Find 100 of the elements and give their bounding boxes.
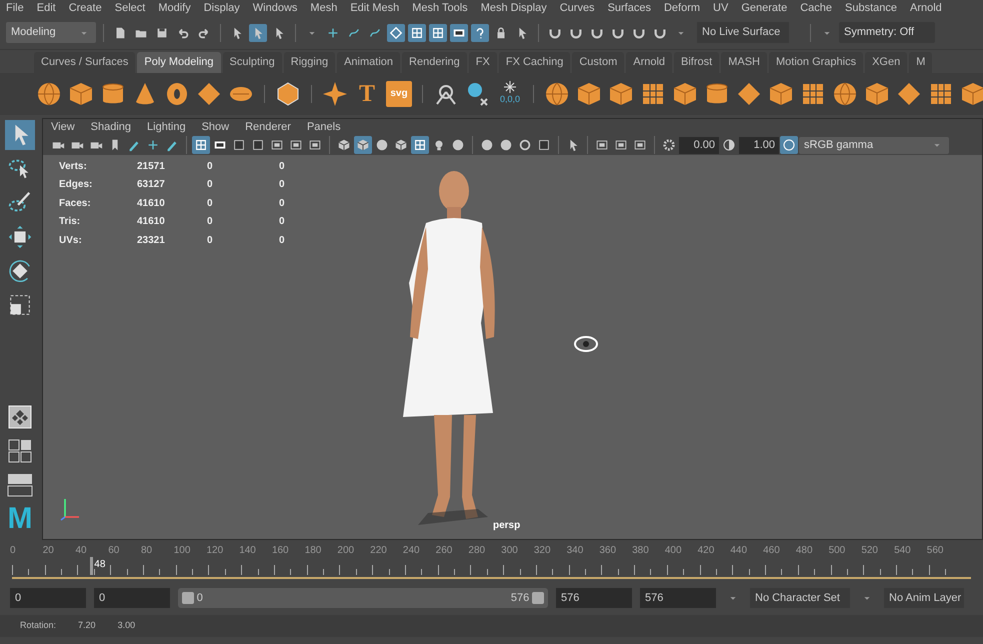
- color-space-dropdown[interactable]: sRGB gamma: [799, 137, 949, 154]
- anim-start-field[interactable]: 0: [94, 588, 170, 608]
- diamond-icon[interactable]: [196, 80, 222, 107]
- character-set-dropdown[interactable]: No Character Set: [750, 588, 850, 608]
- timeline-ruler[interactable]: 0 20 40 60 80 100 120 140 160 180 200 220 240 260 280 300 320 340 360 380 400 420 440 460 480 500 520 540 560 48: [12, 542, 971, 579]
- sphere-icon[interactable]: [832, 80, 858, 107]
- shelf-tab[interactable]: Bifrost: [674, 52, 720, 73]
- shelf-tab[interactable]: Curves / Surfaces: [34, 52, 136, 73]
- symmetry-dropdown[interactable]: Symmetry: Off: [839, 22, 935, 43]
- text-tool-icon[interactable]: T: [354, 80, 380, 107]
- panel-menu-item[interactable]: Shading: [90, 119, 132, 136]
- tick-label: 120: [206, 544, 224, 558]
- gamma-field[interactable]: 1.00: [739, 137, 779, 154]
- cube-icon[interactable]: [960, 80, 983, 107]
- shelf-tab[interactable]: M: [909, 52, 932, 73]
- end-time-field[interactable]: 576: [640, 588, 716, 608]
- shelf-tab[interactable]: XGen: [865, 52, 908, 73]
- cube-icon[interactable]: [672, 80, 698, 107]
- shelf-tab[interactable]: Rendering: [402, 52, 467, 73]
- tick-label: 480: [796, 544, 813, 558]
- cube-icon[interactable]: [68, 80, 94, 107]
- diamond-icon[interactable]: [736, 80, 762, 107]
- cube-icon[interactable]: [354, 136, 372, 154]
- start-time-field[interactable]: 0: [10, 588, 86, 608]
- menu-item[interactable]: Surfaces: [608, 0, 651, 16]
- shelf-tab[interactable]: Custom: [572, 52, 624, 73]
- grid-icon[interactable]: [192, 136, 210, 154]
- range-handle[interactable]: [532, 592, 544, 604]
- stat-value: 23321: [137, 234, 165, 246]
- menu-item[interactable]: Arnold: [910, 0, 942, 16]
- sphere-icon[interactable]: [544, 80, 570, 107]
- grid-icon[interactable]: [408, 24, 426, 42]
- cube-icon[interactable]: [768, 80, 794, 107]
- grid-icon[interactable]: [411, 136, 429, 154]
- cube-icon[interactable]: [864, 80, 890, 107]
- panel-menu-item[interactable]: Panels: [306, 119, 341, 136]
- torus-icon[interactable]: [164, 80, 190, 107]
- menu-item[interactable]: Windows: [252, 0, 298, 16]
- stat-value: 0: [279, 160, 285, 172]
- panel-menu-item[interactable]: Show: [202, 119, 230, 136]
- grid-icon[interactable]: [429, 24, 447, 42]
- color-management-icon[interactable]: [780, 136, 798, 154]
- sphere-icon[interactable]: [36, 80, 62, 107]
- question-icon[interactable]: [471, 24, 489, 42]
- stat-value: 21571: [137, 160, 165, 172]
- menu-item[interactable]: UV: [713, 0, 728, 16]
- shelf-tab[interactable]: Motion Graphics: [769, 52, 864, 73]
- diamond-icon[interactable]: [387, 24, 405, 42]
- range-handle[interactable]: [182, 592, 194, 604]
- cursor-icon[interactable]: [249, 24, 267, 42]
- menu-item[interactable]: Edit: [36, 0, 56, 16]
- menu-item[interactable]: Cache: [800, 0, 832, 16]
- shelf-tab[interactable]: Sculpting: [222, 52, 282, 73]
- range-end-label: 576: [510, 590, 530, 606]
- tick-label: 520: [861, 544, 878, 558]
- panel-menu-item[interactable]: View: [51, 119, 75, 136]
- anim-end-field[interactable]: 576: [556, 588, 632, 608]
- live-surface-field[interactable]: No Live Surface: [697, 22, 789, 43]
- stat-label: Tris:: [59, 216, 80, 227]
- panel-menu-item[interactable]: Renderer: [245, 119, 291, 136]
- film-icon[interactable]: [450, 24, 468, 42]
- stat-value: 0: [279, 234, 285, 246]
- help-line-value: 3.00: [118, 619, 136, 632]
- menu-item[interactable]: Mesh Display: [480, 0, 547, 16]
- shelf-tab[interactable]: FX: [468, 52, 497, 73]
- shelf-tab[interactable]: FX Caching: [498, 52, 570, 73]
- playhead[interactable]: [90, 556, 94, 575]
- star-icon[interactable]: [322, 80, 348, 107]
- menu-item[interactable]: Deform: [664, 0, 700, 16]
- shelf-tab[interactable]: Poly Modeling: [137, 52, 221, 73]
- menu-item[interactable]: Create: [68, 0, 102, 16]
- cube-icon[interactable]: [576, 80, 602, 107]
- shelf-tab[interactable]: Arnold: [626, 52, 672, 73]
- shelf-tab[interactable]: Animation: [337, 52, 400, 73]
- camera-name-label: persp: [493, 518, 520, 533]
- menu-item[interactable]: Modify: [158, 0, 191, 16]
- menu-item[interactable]: Substance: [845, 0, 897, 16]
- menu-item[interactable]: Edit Mesh: [350, 0, 400, 16]
- cube-icon[interactable]: [608, 80, 634, 107]
- polyhedron-icon[interactable]: [275, 80, 301, 107]
- stat-value: 0: [207, 160, 213, 172]
- tick-label: 100: [174, 544, 190, 558]
- shelf-tab[interactable]: Rigging: [284, 52, 336, 73]
- menu-item[interactable]: Mesh: [310, 0, 338, 16]
- shelf-tab[interactable]: MASH: [721, 52, 767, 73]
- menu-item[interactable]: File: [6, 0, 24, 16]
- diamond-icon[interactable]: [896, 80, 922, 107]
- menu-item[interactable]: Generate: [741, 0, 788, 16]
- help-line-label: Rotation:: [20, 619, 56, 632]
- mode-dropdown[interactable]: Modeling: [6, 22, 96, 43]
- panel-menu-item[interactable]: Lighting: [147, 119, 186, 136]
- exposure-field[interactable]: 0.00: [679, 137, 719, 154]
- menu-item[interactable]: Curves: [560, 0, 595, 16]
- time-range-bar[interactable]: 0 576: [178, 588, 548, 608]
- anim-layer-dropdown[interactable]: No Anim Layer: [884, 588, 964, 608]
- stat-value: 0: [279, 198, 285, 208]
- menu-item[interactable]: Display: [204, 0, 240, 16]
- stat-value: 41610: [137, 216, 165, 227]
- menu-item[interactable]: Mesh Tools: [412, 0, 468, 16]
- menu-item[interactable]: Select: [114, 0, 146, 16]
